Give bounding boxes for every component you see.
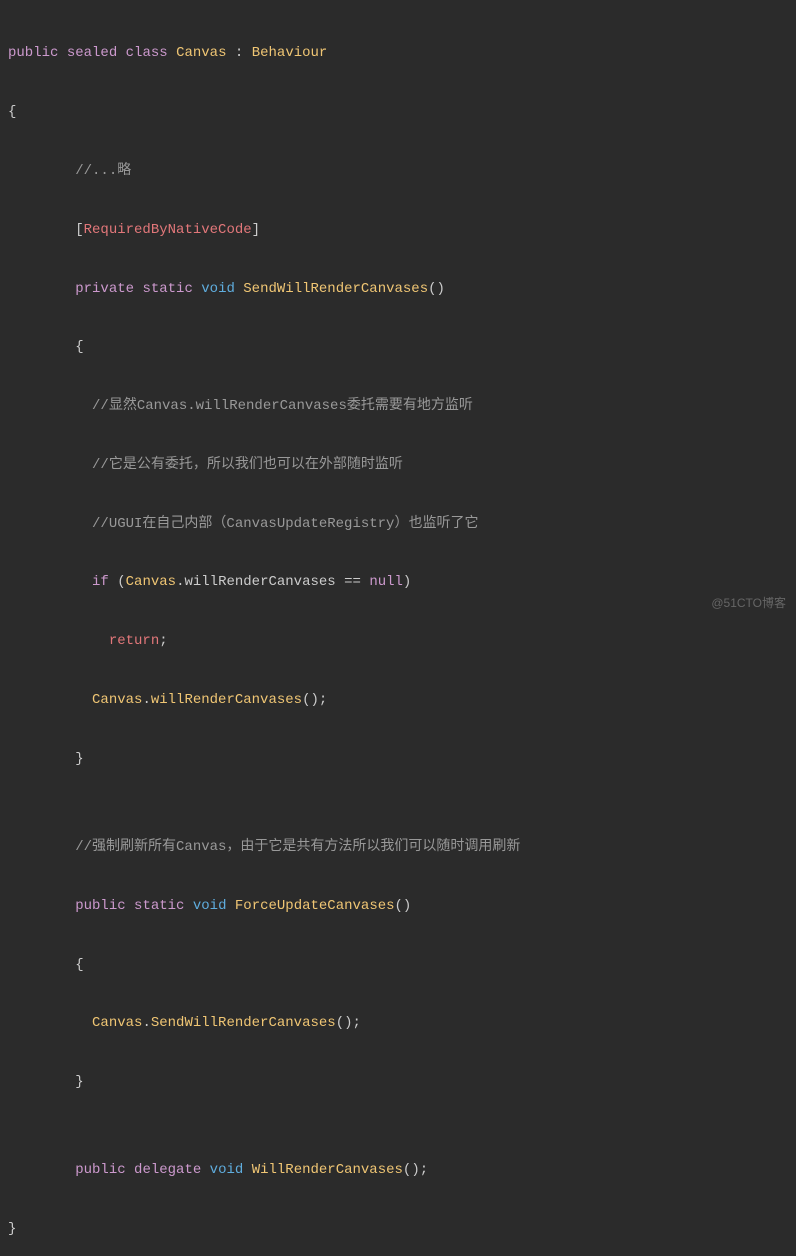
code-line: private static void SendWillRenderCanvas… [8,275,788,304]
comment: //UGUI在自己内部（CanvasUpdateRegistry）也监听了它 [92,516,478,532]
code-line: { [8,333,788,362]
method-name: ForceUpdateCanvases [235,898,395,914]
code-line: } [8,1068,788,1097]
keyword-public: public [8,45,58,61]
code-line: public static void ForceUpdateCanvases() [8,892,788,921]
keyword-private: private [75,281,134,297]
comment: //它是公有委托，所以我们也可以在外部随时监听 [92,457,403,473]
parens: () [428,281,445,297]
code-container: public sealed class Canvas : Behaviour {… [8,10,788,1256]
open-brace: { [75,339,83,355]
code-line: //强制刷新所有Canvas，由于它是共有方法所以我们可以随时调用刷新 [8,833,788,862]
bracket-close: ] [252,222,260,238]
comment: //显然Canvas.willRenderCanvases委托需要有地方监听 [92,398,473,414]
property: willRenderCanvases [184,574,335,590]
keyword-public: public [75,1162,125,1178]
keyword-static: static [134,898,184,914]
method-call: willRenderCanvases [151,692,302,708]
keyword-public: public [75,898,125,914]
close-brace: } [75,751,83,767]
class-name: Canvas [176,45,226,61]
code-line: Canvas.SendWillRenderCanvases(); [8,1009,788,1038]
type-ref: Canvas [126,574,176,590]
keyword-void: void [210,1162,244,1178]
keyword-return: return [109,633,159,649]
watermark-text: @51CTO博客 [711,591,786,616]
semicolon: ; [159,633,167,649]
bracket-open: [ [75,222,83,238]
delegate-name: WillRenderCanvases [252,1162,403,1178]
paren-open: ( [109,574,126,590]
keyword-null: null [369,574,403,590]
method-name: SendWillRenderCanvases [243,281,428,297]
base-class: Behaviour [252,45,328,61]
open-brace: { [75,957,83,973]
code-line: Canvas.willRenderCanvases(); [8,686,788,715]
equals: == [336,574,370,590]
dot: . [142,692,150,708]
paren-close: ) [403,574,411,590]
comment: //强制刷新所有Canvas，由于它是共有方法所以我们可以随时调用刷新 [75,839,520,855]
code-line: [RequiredByNativeCode] [8,216,788,245]
close-brace: } [75,1074,83,1090]
comment: //...略 [75,163,131,179]
keyword-delegate: delegate [134,1162,201,1178]
keyword-void: void [201,281,235,297]
parens: () [395,898,412,914]
code-line: } [8,1215,788,1244]
parens: (); [336,1015,361,1031]
method-call: SendWillRenderCanvases [151,1015,336,1031]
parens: (); [403,1162,428,1178]
code-line: if (Canvas.willRenderCanvases == null) [8,568,788,597]
close-brace: } [8,1221,16,1237]
keyword-class: class [126,45,168,61]
keyword-void: void [193,898,227,914]
code-line: public delegate void WillRenderCanvases(… [8,1156,788,1185]
keyword-if: if [92,574,109,590]
dot: . [142,1015,150,1031]
code-line: //UGUI在自己内部（CanvasUpdateRegistry）也监听了它 [8,510,788,539]
keyword-sealed: sealed [67,45,117,61]
type-ref: Canvas [92,1015,142,1031]
parens: (); [302,692,327,708]
colon: : [227,45,252,61]
keyword-static: static [142,281,192,297]
code-line: public sealed class Canvas : Behaviour [8,39,788,68]
code-line: } [8,745,788,774]
code-line: return; [8,627,788,656]
code-line: //它是公有委托，所以我们也可以在外部随时监听 [8,451,788,480]
code-line: { [8,951,788,980]
code-line: //显然Canvas.willRenderCanvases委托需要有地方监听 [8,392,788,421]
code-line: //...略 [8,157,788,186]
open-brace: { [8,104,16,120]
attribute: RequiredByNativeCode [84,222,252,238]
code-line: { [8,98,788,127]
type-ref: Canvas [92,692,142,708]
